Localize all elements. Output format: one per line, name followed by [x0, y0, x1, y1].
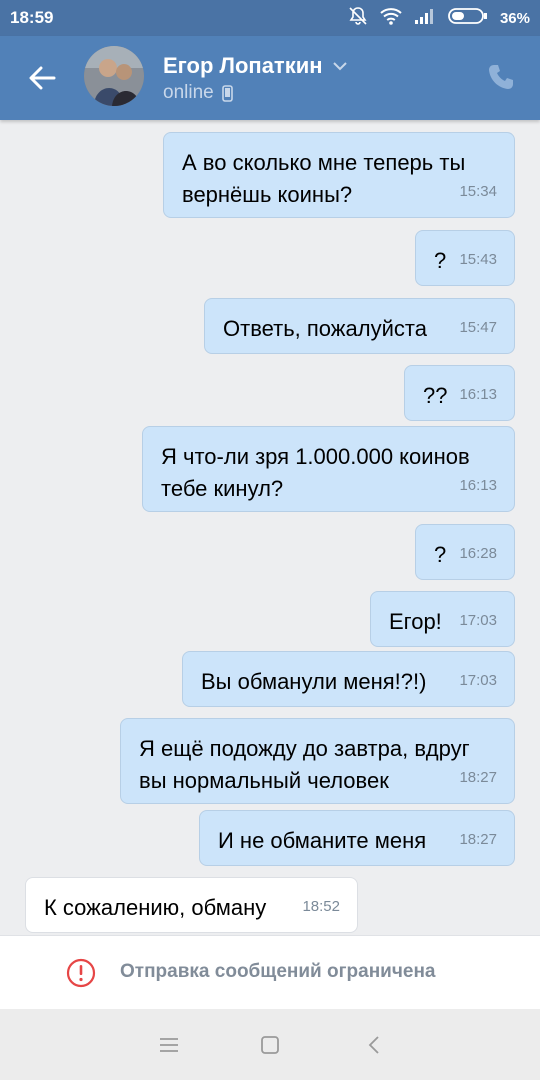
message-text: И не обманите меня [218, 828, 427, 853]
message-time: 15:43 [459, 251, 497, 268]
online-status: online [163, 82, 214, 103]
message-time: 15:34 [459, 183, 497, 200]
message-time: 17:03 [459, 612, 497, 629]
home-icon [261, 1036, 279, 1054]
message-text: К сожалению, обману [44, 895, 267, 920]
contact-status: online [163, 82, 233, 104]
system-nav-bar [0, 1009, 540, 1080]
message-text: Егор! [389, 609, 442, 634]
phone-icon [489, 65, 513, 89]
contact-name-row[interactable]: Егор Лопаткин [163, 53, 347, 79]
message-time: 16:28 [459, 545, 497, 562]
message-bubble[interactable]: ? 15:43 [415, 230, 515, 286]
message-bubble[interactable]: ?? 16:13 [404, 365, 515, 421]
back-button[interactable] [22, 58, 62, 98]
status-bar: 18:59 36% [0, 0, 540, 36]
back-icon [368, 1036, 379, 1054]
mute-icon [348, 6, 368, 31]
message-list[interactable]: А во сколько мне теперь ты вернёшь коины… [0, 120, 540, 935]
message-bubble[interactable]: И не обманите меня 18:27 [199, 810, 515, 866]
message-bubble[interactable]: Я ещё подожду до завтра, вдруг вы нормал… [120, 718, 515, 804]
message-bubble[interactable]: К сожалению, обману 18:52 [25, 877, 358, 933]
arrow-left-icon [29, 66, 56, 90]
message-text: Я что-ли зря 1.000.000 коинов тебе кинул… [161, 444, 470, 501]
nav-menu-button[interactable] [153, 1029, 185, 1061]
battery-icon [448, 7, 488, 30]
message-text: А во сколько мне теперь ты вернёшь коины… [182, 150, 466, 207]
message-bubble[interactable]: Егор! 17:03 [370, 591, 515, 647]
contact-name: Егор Лопаткин [163, 53, 323, 78]
message-bubble[interactable]: ? 16:28 [415, 524, 515, 580]
call-button[interactable] [484, 60, 518, 94]
battery-percent: 36% [499, 9, 530, 27]
chevron-down-icon [332, 62, 347, 71]
message-text: ? [434, 248, 447, 273]
message-text: ?? [423, 383, 448, 408]
message-bubble[interactable]: Я что-ли зря 1.000.000 коинов тебе кинул… [142, 426, 515, 512]
status-time: 18:59 [10, 8, 54, 27]
nav-back-button[interactable] [358, 1029, 390, 1061]
message-text: Вы обманули меня!?!) [201, 669, 427, 694]
message-time: 17:03 [459, 672, 497, 689]
message-time: 16:13 [459, 477, 497, 494]
nav-home-button[interactable] [254, 1029, 286, 1061]
message-text: Ответь, пожалуйста [223, 316, 427, 341]
message-text: ? [434, 542, 447, 567]
message-time: 18:52 [302, 898, 340, 915]
restricted-label: Отправка сообщений ограничена [120, 961, 436, 982]
message-text: Я ещё подожду до завтра, вдруг вы нормал… [139, 736, 470, 793]
avatar[interactable] [84, 46, 144, 106]
message-time: 15:47 [459, 319, 497, 336]
message-bubble[interactable]: Ответь, пожалуйста 15:47 [204, 298, 515, 354]
wifi-icon [380, 7, 402, 30]
status-icons: 36% [348, 6, 530, 31]
message-bubble[interactable]: Вы обманули меня!?!) 17:03 [182, 651, 515, 707]
message-time: 18:27 [459, 831, 497, 848]
menu-icon [160, 1038, 178, 1052]
messaging-restricted-bar: Отправка сообщений ограничена [0, 935, 540, 1009]
message-time: 18:27 [459, 769, 497, 786]
mobile-icon [221, 84, 233, 102]
chat-header: Егор Лопаткин online [0, 36, 540, 120]
warning-icon [66, 958, 96, 988]
message-bubble[interactable]: А во сколько мне теперь ты вернёшь коины… [163, 132, 515, 218]
signal-icon [414, 7, 436, 30]
message-time: 16:13 [459, 386, 497, 403]
